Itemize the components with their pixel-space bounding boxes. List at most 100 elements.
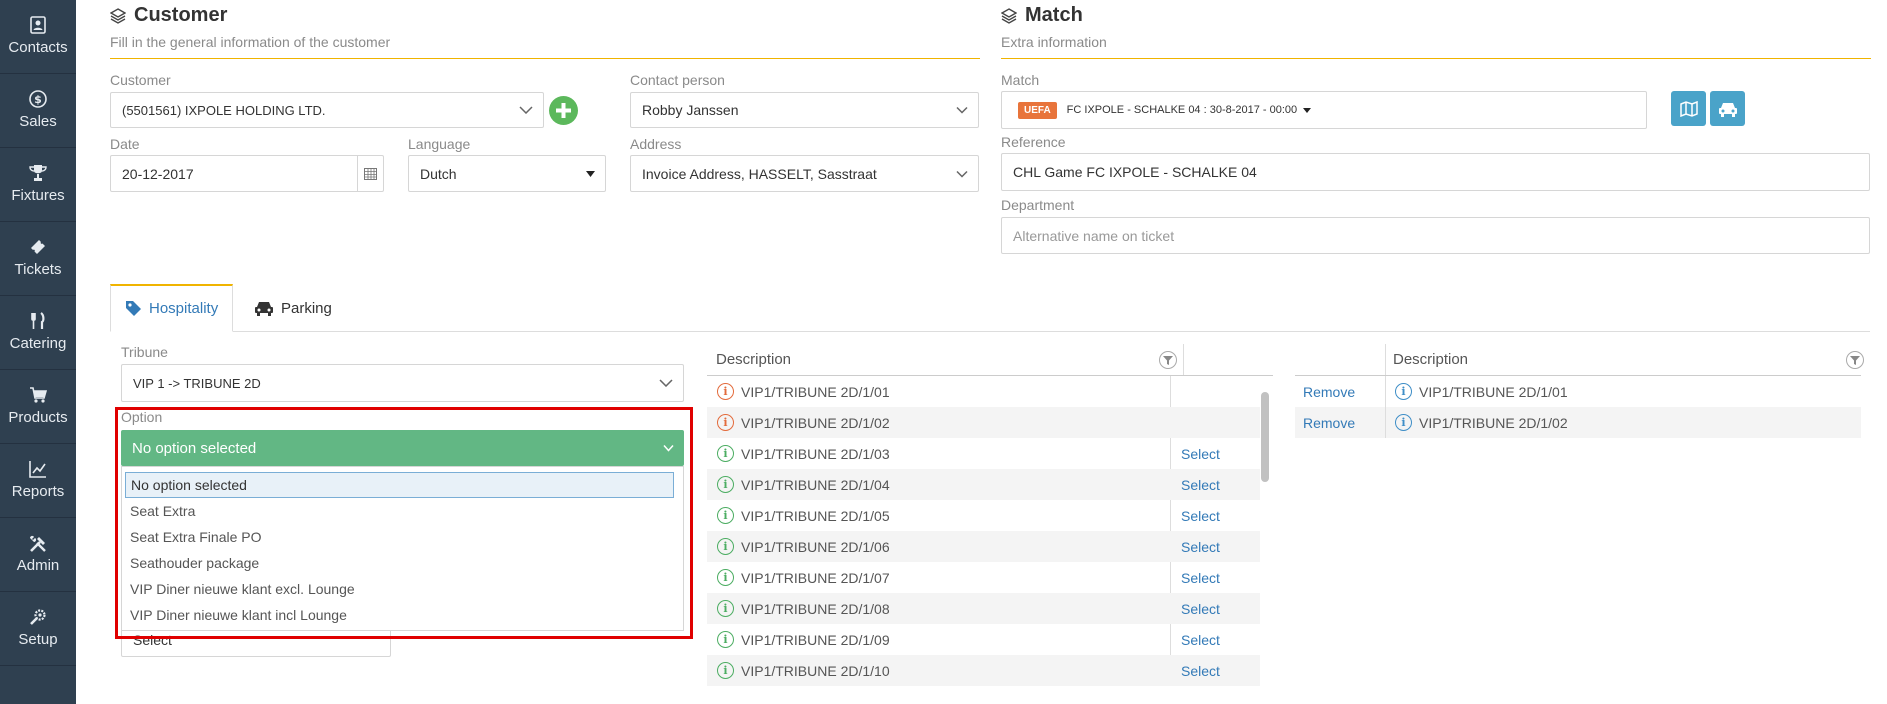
available-info-icon: i <box>717 476 734 493</box>
sidebar-item-sales[interactable]: $ Sales <box>0 74 76 148</box>
tribune-label: Tribune <box>121 344 168 360</box>
map-button[interactable] <box>1671 91 1706 126</box>
customer-divider <box>110 58 980 59</box>
select-link[interactable]: Select <box>1181 539 1220 555</box>
customer-title-text: Customer <box>134 4 228 26</box>
chart-icon <box>0 460 76 480</box>
sidebar-item-contacts[interactable]: Contacts <box>0 0 76 74</box>
tag-icon <box>126 301 141 316</box>
reference-value: CHL Game FC IXPOLE - SCHALKE 04 <box>1013 164 1257 180</box>
description-cell: i VIP1/TRIBUNE 2D/1/02 <box>1395 407 1568 438</box>
date-value: 20-12-2017 <box>122 165 194 182</box>
description-cell: i VIP1/TRIBUNE 2D/1/01 <box>717 376 890 407</box>
available-info-icon: i <box>717 538 734 555</box>
tab-hospitality[interactable]: Hospitality <box>110 284 234 332</box>
chevron-down-icon <box>659 379 673 387</box>
calendar-button[interactable] <box>357 156 383 191</box>
seat-description: VIP1/TRIBUNE 2D/1/10 <box>741 662 890 679</box>
chevron-down-icon <box>956 170 968 177</box>
customer-value: (5501561) IXPOLE HOLDING LTD. <box>122 102 326 118</box>
contact-person-select[interactable]: Robby Janssen <box>630 92 979 128</box>
table-row: Remove i VIP1/TRIBUNE 2D/1/01 <box>1295 376 1861 407</box>
filter-icon[interactable] <box>1159 351 1177 369</box>
table-row: i VIP1/TRIBUNE 2D/1/01 <box>707 376 1260 407</box>
chevron-down-icon <box>956 106 968 114</box>
sidebar-item-tickets[interactable]: Tickets <box>0 222 76 296</box>
add-customer-button[interactable] <box>549 96 578 125</box>
sidebar-item-admin[interactable]: Admin <box>0 518 76 592</box>
match-select[interactable]: UEFA FC IXPOLE - SCHALKE 04 : 30-8-2017 … <box>1001 91 1647 129</box>
wrench-gear-icon <box>0 608 76 628</box>
date-input[interactable]: 20-12-2017 <box>110 155 384 192</box>
tab-parking[interactable]: Parking <box>242 284 344 332</box>
match-value: FC IXPOLE - SCHALKE 04 : 30-8-2017 - 00:… <box>1066 104 1298 116</box>
sidebar-item-label: Sales <box>19 113 57 130</box>
sidebar-item-products[interactable]: Products <box>0 370 76 444</box>
uefa-badge: UEFA <box>1018 101 1057 119</box>
select-link[interactable]: Select <box>1181 570 1220 586</box>
sidebar-item-label: Contacts <box>8 39 68 56</box>
contact-label: Contact person <box>630 72 725 88</box>
car-button[interactable] <box>1710 91 1745 126</box>
select-link[interactable]: Select <box>1181 632 1220 648</box>
match-title-text: Match <box>1025 4 1083 26</box>
sidebar-item-setup[interactable]: Setup <box>0 592 76 666</box>
column-divider <box>1385 376 1386 407</box>
select-link[interactable]: Select <box>1181 477 1220 493</box>
tribune-select[interactable]: VIP 1 -> TRIBUNE 2D <box>121 364 684 402</box>
chevron-down-icon <box>519 106 533 114</box>
tabs-baseline <box>110 331 1870 332</box>
sidebar: Contacts $ Sales Fixtures Tickets Catering Pro… <box>0 0 76 704</box>
table-row: i VIP1/TRIBUNE 2D/1/09 Select <box>707 624 1260 655</box>
description-cell: i VIP1/TRIBUNE 2D/1/04 <box>717 469 890 500</box>
caret-down-icon <box>1303 107 1312 113</box>
match-divider <box>1001 58 1871 59</box>
table-row: i VIP1/TRIBUNE 2D/1/02 <box>707 407 1260 438</box>
available-info-icon: i <box>717 662 734 679</box>
trophy-icon <box>0 164 76 184</box>
select-link[interactable]: Select <box>1181 601 1220 617</box>
scrollbar-thumb[interactable] <box>1261 392 1269 482</box>
remove-link[interactable]: Remove <box>1303 415 1355 431</box>
sidebar-item-fixtures[interactable]: Fixtures <box>0 148 76 222</box>
address-select[interactable]: Invoice Address, HASSELT, Sasstraat <box>630 155 979 192</box>
dollar-icon: $ <box>0 90 76 110</box>
unavailable-info-icon: i <box>717 414 734 431</box>
seat-description: VIP1/TRIBUNE 2D/1/09 <box>741 631 890 648</box>
description-cell: i VIP1/TRIBUNE 2D/1/10 <box>717 655 890 686</box>
reference-input[interactable]: CHL Game FC IXPOLE - SCHALKE 04 <box>1001 153 1870 191</box>
tab-parking-label: Parking <box>281 299 332 317</box>
available-info-icon: i <box>717 507 734 524</box>
selected-description-header: Description <box>1393 351 1469 368</box>
language-select[interactable]: Dutch <box>408 155 606 192</box>
available-description-header: Description <box>716 351 792 368</box>
description-cell: i VIP1/TRIBUNE 2D/1/07 <box>717 562 890 593</box>
info-icon: i <box>1395 383 1412 400</box>
department-input[interactable]: Alternative name on ticket <box>1001 217 1870 254</box>
table-row: i VIP1/TRIBUNE 2D/1/06 Select <box>707 531 1260 562</box>
caret-down-icon <box>586 170 595 177</box>
seat-description: VIP1/TRIBUNE 2D/1/04 <box>741 476 890 493</box>
table-row: Remove i VIP1/TRIBUNE 2D/1/02 <box>1295 407 1861 438</box>
selected-table-header: Description <box>1295 344 1864 376</box>
customer-select[interactable]: (5501561) IXPOLE HOLDING LTD. <box>110 92 544 128</box>
seat-description: VIP1/TRIBUNE 2D/1/07 <box>741 569 890 586</box>
select-link[interactable]: Select <box>1181 508 1220 524</box>
select-link[interactable]: Select <box>1181 446 1220 462</box>
ticket-icon <box>0 238 76 258</box>
select-link[interactable]: Select <box>1181 663 1220 679</box>
available-info-icon: i <box>717 569 734 586</box>
department-label: Department <box>1001 197 1075 213</box>
cutlery-icon <box>0 312 76 332</box>
remove-link[interactable]: Remove <box>1303 384 1355 400</box>
sidebar-item-reports[interactable]: Reports <box>0 444 76 518</box>
table-row: i VIP1/TRIBUNE 2D/1/10 Select <box>707 655 1260 686</box>
highlight-box <box>115 407 693 639</box>
filter-icon[interactable] <box>1846 351 1864 369</box>
description-cell: i VIP1/TRIBUNE 2D/1/06 <box>717 531 890 562</box>
sidebar-item-label: Fixtures <box>11 187 65 204</box>
tab-hospitality-label: Hospitality <box>149 300 219 317</box>
sidebar-item-catering[interactable]: Catering <box>0 296 76 370</box>
table-row: i VIP1/TRIBUNE 2D/1/04 Select <box>707 469 1260 500</box>
contacts-icon <box>0 16 76 36</box>
